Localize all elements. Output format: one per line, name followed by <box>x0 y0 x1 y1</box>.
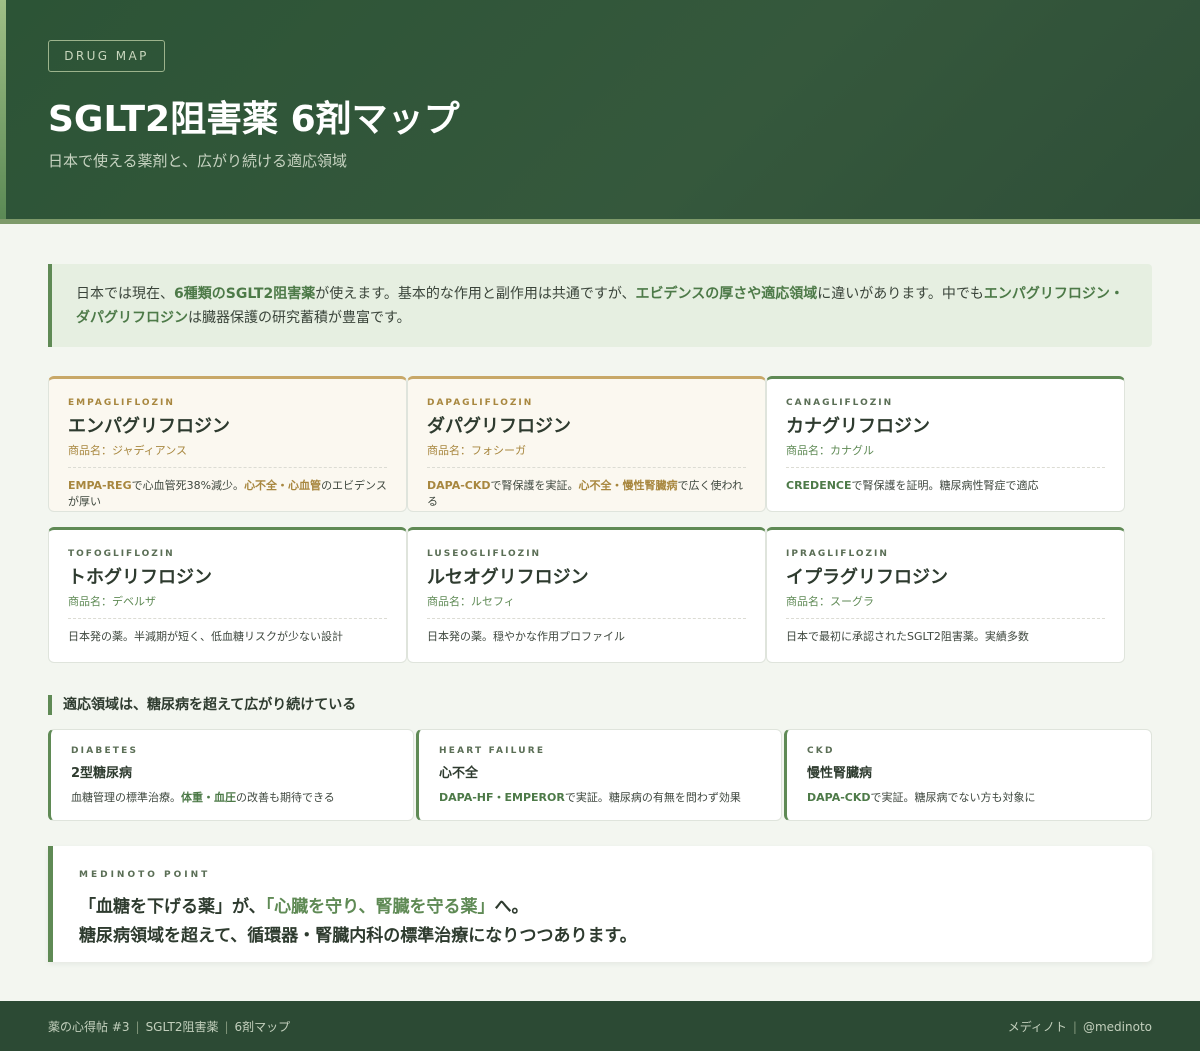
separator: | <box>224 1019 229 1034</box>
drug-description: EMPA-REGで心血管死38%減少。心不全・心血管のエビデンスが厚い <box>68 478 387 510</box>
trial-name: DAPA-CKD <box>427 479 491 492</box>
drug-brand: 商品名：ジャディアンス <box>68 444 188 457</box>
indication-english: CKD <box>807 746 835 756</box>
brand-name: メディノト <box>1007 1019 1067 1034</box>
divider <box>427 618 746 619</box>
hero-header: DRUG MAP SGLT2阻害薬 6剤マップ 日本で使える薬剤と、広がり続ける… <box>0 0 1200 224</box>
account-handle: @medinoto <box>1082 1019 1152 1034</box>
category-tag: DRUG MAP <box>48 40 165 72</box>
intro-highlight: エビデンスの厚さや適応領域 <box>635 286 818 302</box>
intro-box: 日本では現在、6種類のSGLT2阻害薬が使えます。基本的な作用と副作用は共通です… <box>48 264 1152 347</box>
point-highlight: 「心臓を守り、腎臓を守る薬」 <box>265 897 495 917</box>
drug-english-name: TOFOGLIFLOZIN <box>68 549 175 559</box>
drug-card-canagliflozin: CANAGLIFLOZIN カナグリフロジン 商品名：カナグル CREDENCE… <box>766 376 1125 512</box>
drug-card-empagliflozin: EMPAGLIFLOZIN エンパグリフロジン 商品名：ジャディアンス EMPA… <box>48 376 407 512</box>
point-text: 「血糖を下げる薬」が、 <box>79 897 266 917</box>
drug-english-name: DAPAGLIFLOZIN <box>427 398 534 408</box>
intro-text: が使えます。基本的な作用と副作用は共通ですが、 <box>315 286 636 302</box>
drug-name: イプラグリフロジン <box>786 567 948 588</box>
drug-name: ダパグリフロジン <box>427 416 571 437</box>
indication-description: DAPA-CKDで実証。糖尿病でない方も対象に <box>807 789 1131 805</box>
trial-name: CREDENCE <box>786 479 852 492</box>
desc-highlight: 心不全・慢性腎臓病 <box>578 479 678 492</box>
page-subtitle: 日本で使える薬剤と、広がり続ける適応領域 <box>48 152 347 170</box>
indication-name: 心不全 <box>439 766 479 781</box>
drug-brand: 商品名：フォシーガ <box>427 444 526 457</box>
indication-name: 慢性腎臓病 <box>807 766 873 781</box>
intro-text: は臓器保護の研究蓄積が豊富です。 <box>188 310 411 326</box>
drug-english-name: CANAGLIFLOZIN <box>786 398 894 408</box>
drug-card-ipragliflozin: IPRAGLIFLOZIN イプラグリフロジン 商品名：スーグラ 日本で最初に承… <box>766 527 1125 663</box>
drug-description: DAPA-CKDで腎保護を実証。心不全・慢性腎臓病で広く使われる <box>427 478 746 510</box>
subtopic-label: 6剤マップ <box>234 1019 291 1034</box>
drug-card-dapagliflozin: DAPAGLIFLOZIN ダパグリフロジン 商品名：フォシーガ DAPA-CK… <box>407 376 766 512</box>
indication-description: 血糖管理の標準治療。体重・血圧の改善も期待できる <box>71 789 393 805</box>
desc-text: の改善も期待できる <box>236 791 335 804</box>
drug-english-name: EMPAGLIFLOZIN <box>68 398 175 408</box>
drug-card-luseogliflozin: LUSEOGLIFLOZIN ルセオグリフロジン 商品名：ルセフィ 日本発の薬。… <box>407 527 766 663</box>
divider <box>427 467 746 468</box>
desc-text: で腎保護を実証。 <box>490 479 579 492</box>
point-text: へ。 <box>494 897 529 917</box>
point-label: MEDINOTO POINT <box>79 870 211 880</box>
divider <box>68 618 387 619</box>
drug-name: トホグリフロジン <box>68 567 212 588</box>
page-title: SGLT2阻害薬 6剤マップ <box>48 99 460 140</box>
drug-name: エンパグリフロジン <box>68 416 230 437</box>
drug-brand: 商品名：デベルザ <box>68 595 156 608</box>
indication-description: DAPA-HF・EMPERORで実証。糖尿病の有無を問わず効果 <box>439 789 761 805</box>
drug-brand: 商品名：カナグル <box>786 444 874 457</box>
drug-name: カナグリフロジン <box>786 416 930 437</box>
separator: | <box>1072 1019 1077 1034</box>
indication-english: HEART FAILURE <box>439 746 546 756</box>
topic-label: SGLT2阻害薬 <box>145 1019 219 1034</box>
desc-text: 血糖管理の標準治療。 <box>71 791 181 804</box>
desc-text: で心血管死38%減少。 <box>131 479 245 492</box>
desc-text: で実証。糖尿病の有無を問わず効果 <box>564 791 741 804</box>
trial-name: DAPA-CKD <box>807 791 871 804</box>
footer: 薬の心得帖 #3 | SGLT2阻害薬 | 6剤マップ メディノト | @medinoto <box>0 1001 1200 1051</box>
drug-brand: 商品名：ルセフィ <box>427 595 515 608</box>
divider <box>786 467 1105 468</box>
drug-card-tofogliflozin: TOFOGLIFLOZIN トホグリフロジン 商品名：デベルザ 日本発の薬。半減… <box>48 527 407 663</box>
footer-right: メディノト | @medinoto <box>1008 1018 1152 1035</box>
desc-text: で実証。糖尿病でない方も対象に <box>870 791 1036 804</box>
drug-name: ルセオグリフロジン <box>427 567 589 588</box>
indication-name: 2型糖尿病 <box>71 766 133 781</box>
desc-text: で腎保護を証明。糖尿病性腎症で適応 <box>851 479 1039 492</box>
separator: | <box>135 1019 140 1034</box>
indication-card-diabetes: DIABETES 2型糖尿病 血糖管理の標準治療。体重・血圧の改善も期待できる <box>48 729 414 821</box>
drug-description: CREDENCEで腎保護を証明。糖尿病性腎症で適応 <box>786 478 1105 494</box>
drug-description: 日本発の薬。穏やかな作用プロファイル <box>427 630 625 643</box>
section-heading: 適応領域は、糖尿病を超えて広がり続けている <box>48 695 356 715</box>
drug-description: 日本で最初に承認されたSGLT2阻害薬。実績多数 <box>786 630 1029 643</box>
divider <box>68 467 387 468</box>
point-line-2: 糖尿病領域を超えて、循環器・腎臓内科の標準治療になりつつあります。 <box>79 926 637 946</box>
point-line-1: 「血糖を下げる薬」が、「心臓を守り、腎臓を守る薬」へ。 <box>79 892 1126 917</box>
desc-highlight: 体重・血圧 <box>181 791 236 804</box>
trial-name: DAPA-HF・EMPEROR <box>439 791 565 804</box>
intro-highlight: 6種類のSGLT2阻害薬 <box>174 286 316 302</box>
drug-description: 日本発の薬。半減期が短く、低血糖リスクが少ない設計 <box>68 630 343 643</box>
drug-brand: 商品名：スーグラ <box>786 595 874 608</box>
series-label: 薬の心得帖 #3 <box>48 1019 130 1034</box>
drug-english-name: LUSEOGLIFLOZIN <box>427 549 542 559</box>
divider <box>786 618 1105 619</box>
indication-card-ckd: CKD 慢性腎臓病 DAPA-CKDで実証。糖尿病でない方も対象に <box>784 729 1152 821</box>
footer-left: 薬の心得帖 #3 | SGLT2阻害薬 | 6剤マップ <box>48 1018 290 1035</box>
indication-card-heart-failure: HEART FAILURE 心不全 DAPA-HF・EMPERORで実証。糖尿病… <box>416 729 782 821</box>
intro-text: 日本では現在、 <box>76 286 174 302</box>
trial-name: EMPA-REG <box>68 479 132 492</box>
intro-text: に違いがあります。中でも <box>817 286 984 302</box>
indication-english: DIABETES <box>71 746 139 756</box>
key-point-box: MEDINOTO POINT 「血糖を下げる薬」が、「心臓を守り、腎臓を守る薬」… <box>48 846 1152 962</box>
desc-highlight: 心不全・心血管 <box>244 479 322 492</box>
drug-english-name: IPRAGLIFLOZIN <box>786 549 889 559</box>
